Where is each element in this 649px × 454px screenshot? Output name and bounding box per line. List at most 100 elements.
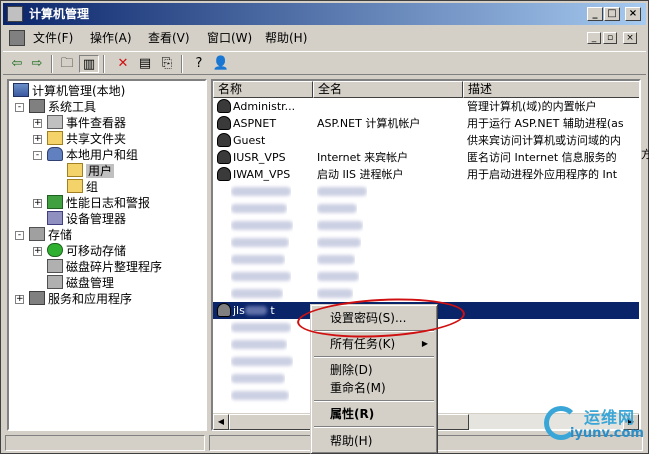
storage-icon	[29, 227, 45, 241]
properties-icon[interactable]: ▤	[135, 55, 155, 73]
computer-management-icon[interactable]	[7, 6, 23, 22]
table-row[interactable]: IUSR_VPS Internet 来宾帐户 匿名访问 Internet 信息服…	[213, 149, 639, 166]
folder-icon	[67, 179, 83, 193]
toolbar-separator	[51, 55, 53, 73]
tree-item-users[interactable]: 用户	[67, 163, 115, 179]
column-header-name[interactable]: 名称	[213, 81, 313, 98]
tree-expander[interactable]: +	[33, 135, 42, 144]
menu-item-rename[interactable]: 重命名(M)	[314, 379, 434, 397]
context-menu: 设置密码(S)... 所有任务(K) ▶ 删除(D) 重命名(M) 属性(R) …	[310, 304, 438, 454]
tree-item-system-tools[interactable]: 系统工具	[29, 99, 96, 115]
tree-item-services-applications[interactable]: 服务和应用程序	[29, 291, 132, 307]
tree-expander[interactable]: -	[15, 103, 24, 112]
tree-item-removable-storage[interactable]: 可移动存储	[47, 243, 126, 259]
title-bar[interactable]: 计算机管理 _ □ ×	[3, 3, 646, 25]
shared-folder-icon	[47, 131, 63, 145]
device-manager-icon	[47, 211, 63, 225]
mdi-close-button[interactable]: ×	[623, 32, 637, 44]
tree-expander[interactable]: +	[33, 199, 42, 208]
console-icon[interactable]	[9, 30, 25, 46]
user-icon	[217, 150, 231, 164]
menu-action[interactable]: 操作(A)	[90, 31, 132, 45]
redacted-row[interactable]	[213, 285, 639, 302]
tree-item-performance-logs[interactable]: 性能日志和警报	[47, 195, 150, 211]
menu-item-help[interactable]: 帮助(H)	[314, 432, 434, 450]
menu-separator	[314, 356, 434, 358]
up-folder-icon[interactable]: 🗀	[57, 55, 77, 73]
back-arrow-icon[interactable]: ⇦	[7, 55, 27, 73]
menu-item-delete[interactable]: 删除(D)	[314, 361, 434, 379]
menu-window[interactable]: 窗口(W)	[207, 31, 252, 45]
menu-view[interactable]: 查看(V)	[148, 31, 190, 45]
help-icon[interactable]: ?	[189, 55, 209, 73]
user-icon	[217, 167, 231, 181]
minimize-button[interactable]: _	[587, 7, 603, 21]
disk-management-icon	[47, 275, 63, 289]
close-button[interactable]: ×	[625, 7, 641, 21]
folder-open-icon	[67, 163, 83, 177]
redacted-row[interactable]	[213, 234, 639, 251]
menu-separator	[314, 330, 434, 332]
new-user-icon[interactable]: 👤	[211, 55, 231, 73]
window-title: 计算机管理	[29, 7, 90, 21]
export-icon[interactable]: ⎘	[157, 55, 177, 73]
table-row[interactable]: Administr... 管理计算机(域)的内置帐户	[213, 98, 639, 115]
tree-expander[interactable]: -	[33, 151, 42, 160]
forward-arrow-icon[interactable]: ⇨	[27, 55, 47, 73]
event-viewer-icon	[47, 115, 63, 129]
performance-icon	[47, 195, 63, 209]
menu-item-properties[interactable]: 属性(R)	[314, 405, 434, 423]
menu-item-set-password[interactable]: 设置密码(S)...	[314, 309, 434, 327]
tree-item-storage[interactable]: 存储	[29, 227, 72, 243]
delete-icon[interactable]: ✕	[113, 55, 133, 73]
menu-separator	[314, 400, 434, 402]
tree-item-disk-management[interactable]: 磁盘管理	[47, 275, 114, 291]
tree-expander[interactable]: -	[15, 231, 24, 240]
user-icon	[217, 133, 231, 147]
menu-help[interactable]: 帮助(H)	[265, 31, 307, 45]
scroll-right-button[interactable]: ▶	[623, 414, 639, 430]
redacted-row[interactable]	[213, 183, 639, 200]
mdi-restore-button[interactable]: ▫	[603, 32, 617, 44]
tree-expander[interactable]: +	[33, 119, 42, 128]
redacted-row[interactable]	[213, 268, 639, 285]
user-icon	[217, 99, 231, 113]
tree-item-device-manager[interactable]: 设备管理器	[47, 211, 126, 227]
tree-item-shared-folders[interactable]: 共享文件夹	[47, 131, 126, 147]
system-tools-icon	[29, 99, 45, 113]
submenu-arrow-icon: ▶	[421, 339, 428, 348]
redacted-row[interactable]	[213, 217, 639, 234]
menu-bar: 文件(F) 操作(A) 查看(V) 窗口(W) 帮助(H) _ ▫ ×	[3, 27, 646, 49]
offscreen-text-fragment: 方	[641, 148, 649, 161]
column-header-description[interactable]: 描述	[463, 81, 639, 98]
toolbar-separator	[181, 55, 183, 73]
console-tree[interactable]: 计算机管理(本地) - 系统工具 + 事件查看器 + 共享文件夹 - 本地用户和…	[7, 79, 207, 431]
user-icon	[217, 116, 231, 130]
defragmenter-icon	[47, 259, 63, 273]
maximize-button[interactable]: □	[604, 7, 620, 21]
tree-item-computer-management[interactable]: 计算机管理(本地)	[13, 83, 125, 99]
tree-item-groups[interactable]: 组	[67, 179, 98, 195]
column-header-fullname[interactable]: 全名	[313, 81, 463, 98]
tree-item-disk-defragmenter[interactable]: 磁盘碎片整理程序	[47, 259, 162, 275]
computer-icon	[13, 83, 29, 97]
users-group-icon	[47, 147, 63, 161]
redacted-row[interactable]	[213, 200, 639, 217]
user-icon	[217, 303, 231, 317]
scroll-left-button[interactable]: ◀	[213, 414, 229, 430]
menu-file[interactable]: 文件(F)	[33, 31, 73, 45]
show-tree-icon[interactable]: ▥	[79, 55, 99, 73]
removable-storage-icon	[47, 243, 63, 257]
table-row[interactable]: Guest 供来宾访问计算机或访问域的内	[213, 132, 639, 149]
table-row[interactable]: IWAM_VPS 启动 IIS 进程帐户 用于启动进程外应用程序的 Int	[213, 166, 639, 183]
mdi-minimize-button[interactable]: _	[587, 32, 601, 44]
tree-item-local-users-groups[interactable]: 本地用户和组	[47, 147, 138, 163]
tree-expander[interactable]: +	[15, 295, 24, 304]
tree-item-event-viewer[interactable]: 事件查看器	[47, 115, 126, 131]
table-row[interactable]: ASPNET ASP.NET 计算机帐户 用于运行 ASP.NET 辅助进程(a…	[213, 115, 639, 132]
services-icon	[29, 291, 45, 305]
menu-item-all-tasks[interactable]: 所有任务(K) ▶	[314, 335, 434, 353]
toolbar: ⇦ ⇨ 🗀 ▥ ✕ ▤ ⎘ ? 👤	[3, 51, 646, 75]
redacted-row[interactable]	[213, 251, 639, 268]
tree-expander[interactable]: +	[33, 247, 42, 256]
